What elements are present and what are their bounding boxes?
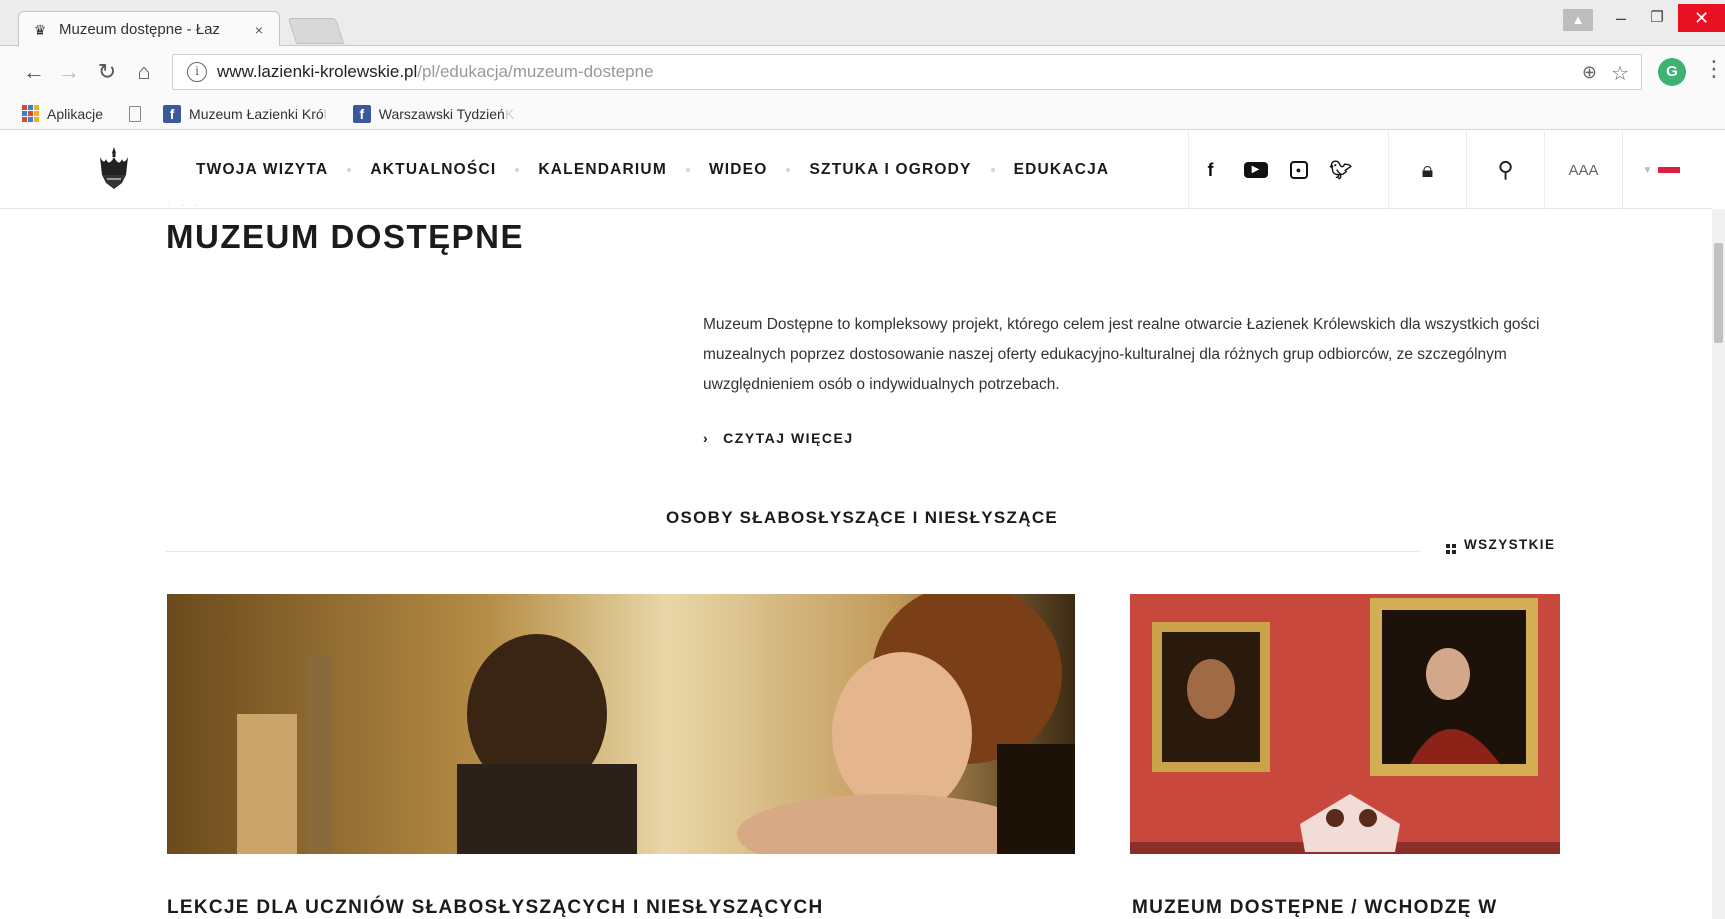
font-size-toggle[interactable]: AAA: [1544, 131, 1622, 209]
bookmark-warszawski-tydzien[interactable]: f Warszawski Tydzień K: [352, 104, 515, 123]
photo-student-hearing-aid: [167, 594, 1075, 854]
show-all-label: WSZYSTKIE: [1464, 537, 1556, 552]
nav-wideo[interactable]: WIDEO: [709, 161, 768, 179]
royal-crown-logo-icon[interactable]: [96, 145, 132, 191]
bookmark-apps[interactable]: Aplikacje: [22, 105, 103, 122]
read-more-label: CZYTAJ WIĘCEJ: [723, 430, 854, 446]
user-profile-icon[interactable]: ▲: [1563, 9, 1593, 31]
search-icon[interactable]: ⚲: [1466, 131, 1544, 209]
nav-edukacja[interactable]: EDUKACJA: [1014, 161, 1110, 179]
nav-separator: [515, 168, 520, 172]
nav-twoja-wizyta[interactable]: TWOJA WIZYTA: [196, 161, 328, 179]
browser-toolbar: ← → ↻ ⌂ i www.lazienki-krolewskie.pl/pl/…: [0, 46, 1725, 98]
nav-separator: [347, 168, 352, 172]
bookmark-1-fade: l: [323, 105, 327, 122]
bookmark-2-label: Warszawski Tydzień: [378, 105, 505, 122]
section-title: OSOBY SŁABOSŁYSZĄCE I NIESŁYSZĄCE: [665, 508, 1059, 527]
new-tab-button[interactable]: [287, 18, 345, 44]
polish-flag-icon: [1658, 167, 1681, 173]
language-selector[interactable]: ▼: [1622, 131, 1700, 209]
tab-close-icon[interactable]: ×: [251, 22, 267, 38]
social-links: f ▶ ● 🐦︎: [1188, 131, 1362, 209]
home-icon[interactable]: ⌂: [130, 58, 158, 86]
browser-menu-icon[interactable]: ⋮: [1703, 56, 1725, 82]
bookmark-muzeum-lazienki[interactable]: f Muzeum Łazienki Kró l: [163, 104, 327, 123]
facebook-icon: f: [352, 104, 371, 123]
breadcrumb: ˙ ˙ ˙: [167, 204, 203, 215]
bookmark-2-fade: K: [504, 105, 515, 122]
read-more-link[interactable]: › CZYTAJ WIĘCEJ: [703, 430, 854, 446]
intro-paragraph: Muzeum Dostępne to kompleksowy projekt, …: [703, 316, 1540, 393]
youtube-icon[interactable]: ▶: [1243, 162, 1268, 178]
facebook-icon: f: [163, 104, 182, 123]
page-icon[interactable]: [129, 105, 142, 122]
nav-sztuka-i-ogrody[interactable]: SZTUKA I OGRODY: [809, 161, 971, 179]
bookmark-star-icon[interactable]: ☆: [1611, 61, 1629, 86]
card-image-lesson[interactable]: [167, 594, 1075, 854]
facebook-icon[interactable]: f: [1200, 160, 1222, 181]
back-arrow-icon[interactable]: ←: [20, 58, 48, 86]
nav-separator: [786, 168, 791, 172]
url-path: /pl/edukacja/muzeum-dostepne: [417, 62, 654, 81]
apps-grid-icon: [22, 105, 39, 122]
card-title-lesson[interactable]: LEKCJE DLA UCZNIÓW SŁABOSŁYSZĄCYCH I NIE…: [167, 897, 824, 919]
browser-tab[interactable]: ♛ Muzeum dostępne - Łaz ×: [18, 11, 280, 47]
browser-titlebar: ♛ Muzeum dostępne - Łaz × ▲ – ❐ ✕: [0, 0, 1725, 47]
bookmarks-bar: Aplikacje f Muzeum Łazienki Kró l f Warsz…: [0, 98, 1725, 130]
tab-title: Muzeum dostępne - Łaz: [59, 21, 220, 38]
nav-separator: [990, 168, 995, 172]
card-title-gallery[interactable]: MUZEUM DOSTĘPNE / WCHODZĘ W: [1132, 897, 1497, 919]
scrollbar-thumb[interactable]: [1714, 243, 1723, 343]
forward-arrow-icon[interactable]: →: [55, 58, 83, 86]
site-header: TWOJA WIZYTA AKTUALNOŚCI KALENDARIUM WID…: [0, 131, 1712, 209]
chevron-down-icon: ▼: [1642, 164, 1653, 176]
site-info-icon[interactable]: i: [187, 62, 207, 82]
page-title: MUZEUM DOSTĘPNE: [166, 218, 525, 255]
extension-icon[interactable]: G: [1658, 58, 1686, 86]
shop-bag-icon[interactable]: 🔒︎: [1388, 131, 1466, 209]
site-favicon-icon: ♛: [33, 21, 47, 38]
bookmark-apps-label: Aplikacje: [47, 105, 104, 122]
minimize-button[interactable]: –: [1604, 4, 1638, 32]
twitter-icon[interactable]: 🐦︎: [1330, 160, 1353, 181]
zoom-icon[interactable]: ⊕: [1582, 62, 1597, 83]
url-host: www.lazienki-krolewskie.pl: [217, 62, 418, 81]
nav-separator: [685, 168, 690, 172]
instagram-icon[interactable]: ●: [1289, 161, 1308, 179]
bookmark-1-label: Muzeum Łazienki Kró: [189, 105, 324, 122]
section-divider: [166, 551, 1421, 552]
main-navigation: TWOJA WIZYTA AKTUALNOŚCI KALENDARIUM WID…: [196, 131, 1109, 209]
show-all-link[interactable]: WSZYSTKIE: [1446, 537, 1555, 554]
photo-gallery-paintings: [1130, 594, 1560, 854]
page-scrollbar[interactable]: [1712, 209, 1725, 919]
nav-kalendarium[interactable]: KALENDARIUM: [538, 161, 667, 179]
chevron-right-icon: ›: [703, 430, 710, 446]
restore-button[interactable]: ❐: [1640, 4, 1674, 32]
card-image-gallery[interactable]: [1130, 594, 1560, 854]
grid-icon: [1446, 544, 1456, 554]
close-window-button[interactable]: ✕: [1678, 4, 1725, 32]
address-bar[interactable]: i www.lazienki-krolewskie.pl/pl/edukacja…: [172, 54, 1642, 90]
nav-aktualnosci[interactable]: AKTUALNOŚCI: [370, 161, 496, 179]
reload-icon[interactable]: ↻: [93, 58, 121, 86]
